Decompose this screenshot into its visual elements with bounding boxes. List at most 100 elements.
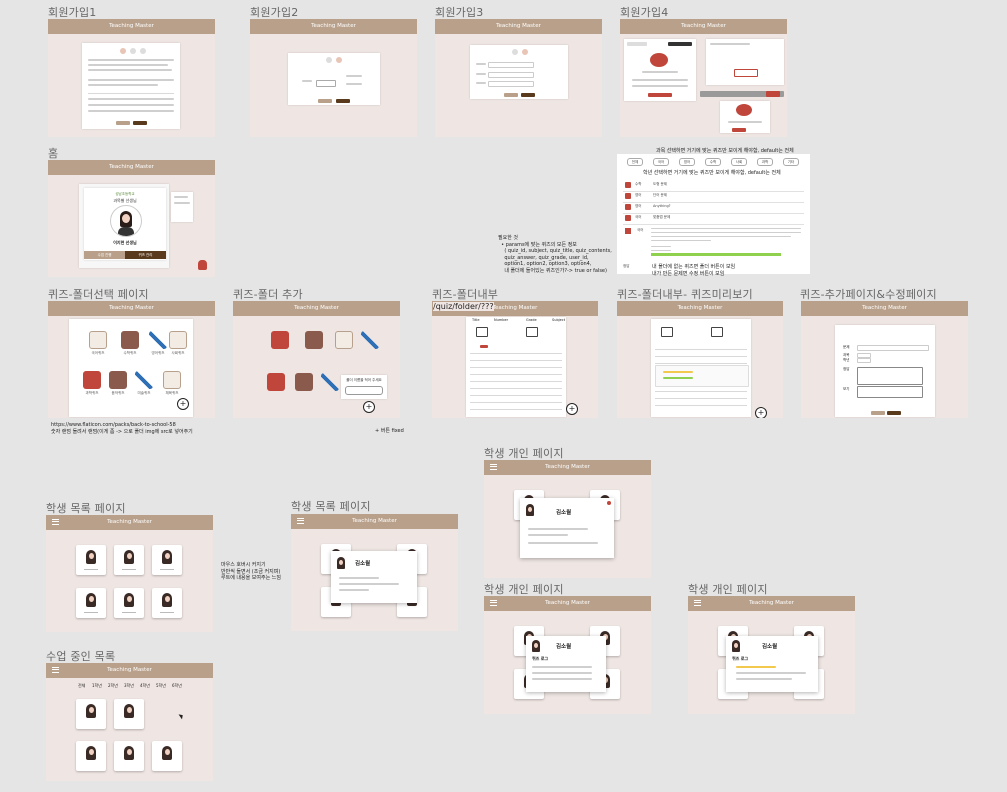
quiz-row[interactable]: 국어 맞춤법 문제 xyxy=(623,213,804,225)
folder-icon[interactable] xyxy=(149,331,167,349)
quiz-save-button[interactable] xyxy=(887,411,901,415)
home-start-class-button[interactable]: 수업 진행 xyxy=(84,251,125,259)
label-class-list: 수업 중인 목록 xyxy=(46,650,116,663)
student-card[interactable] xyxy=(152,545,182,575)
menu-icon[interactable] xyxy=(490,464,497,470)
folder-grid: 국어퀴즈 수학퀴즈 영어퀴즈 사회퀴즈 과학퀴즈 음악퀴즈 미술퀴즈 체육퀴즈 … xyxy=(69,319,193,417)
category-pill-english[interactable]: 영어 xyxy=(679,158,695,166)
category-pill-math[interactable]: 수학 xyxy=(705,158,721,166)
signup2-next-button[interactable] xyxy=(336,99,350,103)
student-card[interactable] xyxy=(114,741,144,771)
student-card[interactable] xyxy=(152,741,182,771)
tab-grade-5[interactable]: 5학년 xyxy=(156,683,166,689)
frame-student-personal-2: Teaching Master 김소월 퀴즈 로그 xyxy=(484,596,651,714)
tab-all[interactable]: 전체 xyxy=(78,683,85,689)
hover-note: 마우스 호버시 커지기 반반씩 들면서 (조금 커지며) 루트에 내용을 보여주… xyxy=(221,562,281,581)
quiz-options-input[interactable] xyxy=(857,386,923,398)
add-folder-button[interactable]: + xyxy=(177,398,189,410)
student-name: 김소월 xyxy=(556,510,572,516)
folder-icon[interactable] xyxy=(295,373,313,391)
folder-icon[interactable] xyxy=(89,331,107,349)
menu-icon[interactable] xyxy=(52,667,59,673)
signup3-prev-button[interactable] xyxy=(504,93,518,97)
category-pill-all[interactable]: 전체 xyxy=(627,158,643,166)
add-folder-button[interactable]: + xyxy=(363,401,375,413)
tab-grade-2[interactable]: 2학년 xyxy=(108,683,118,689)
home-quiz-manage-button[interactable]: 퀴즈 관리 xyxy=(125,251,166,259)
add-quiz-button[interactable]: + xyxy=(566,403,578,415)
quiz-icon xyxy=(625,182,631,188)
quiz-answer-input[interactable] xyxy=(857,367,923,385)
folder-icon[interactable] xyxy=(83,371,101,389)
folder-icon[interactable] xyxy=(361,331,379,349)
folder-icon[interactable] xyxy=(271,331,289,349)
quiz-question-input[interactable] xyxy=(857,345,929,351)
frame-header: Teaching Master xyxy=(620,19,787,34)
folder-icon[interactable] xyxy=(163,371,181,389)
quiz-log-title: 퀴즈 로그 xyxy=(732,656,749,661)
folder-icon[interactable] xyxy=(267,373,285,391)
signup1-panel xyxy=(82,43,180,129)
category-pill-social[interactable]: 사회 xyxy=(731,158,747,166)
frame-quiz-filter: 전체 국어 영어 수학 사회 과학 기타 학년 선택하면 거기에 맞는 퀴즈만 … xyxy=(617,154,810,274)
school-name: 성남초등학교 xyxy=(115,192,135,196)
menu-icon[interactable] xyxy=(52,519,59,525)
frame-quiz-add-edit: Teaching Master 문제 과목 학년 정답 보기 xyxy=(801,301,968,418)
quiz-icon xyxy=(625,204,631,210)
frame-signup2: Teaching Master xyxy=(250,19,417,137)
folder-icon[interactable] xyxy=(305,331,323,349)
teacher-name: 이지현 선생님 xyxy=(113,240,137,245)
home-side-popup xyxy=(171,192,193,222)
flaticon-note: https://www.flaticon.com/packs/back-to-s… xyxy=(51,422,193,435)
quiz-preview-list xyxy=(651,319,751,417)
signup2-prev-button[interactable] xyxy=(318,99,332,103)
category-pill-science[interactable]: 과학 xyxy=(757,158,773,166)
tab-grade-1[interactable]: 1학년 xyxy=(92,683,102,689)
quiz-cancel-button[interactable] xyxy=(871,411,885,415)
frame-quiz-folder-select: Teaching Master 국어퀴즈 수학퀴즈 영어퀴즈 사회퀴즈 과학퀴즈… xyxy=(48,301,215,418)
quiz-grade-select[interactable] xyxy=(857,358,871,363)
label-student-personal-1: 학생 개인 페이지 xyxy=(484,447,564,460)
menu-icon[interactable] xyxy=(490,600,497,606)
student-card[interactable] xyxy=(114,588,144,618)
student-card[interactable] xyxy=(152,588,182,618)
menu-icon[interactable] xyxy=(694,600,701,606)
student-card[interactable] xyxy=(76,545,106,575)
add-quiz-button[interactable]: + xyxy=(755,407,767,418)
frame-home: Teaching Master 성남초등학교 과목별 선생님 이지현 선생님 수… xyxy=(48,160,215,277)
signup2-panel xyxy=(288,53,380,105)
student-hover-card[interactable]: 김소월 xyxy=(331,551,417,603)
student-card[interactable] xyxy=(114,545,144,575)
signup3-next-button[interactable] xyxy=(521,93,535,97)
frame-header: Teaching Master xyxy=(484,596,651,611)
tab-grade-3[interactable]: 3학년 xyxy=(124,683,134,689)
category-pill-korean[interactable]: 국어 xyxy=(653,158,669,166)
tab-grade-4[interactable]: 4학년 xyxy=(140,683,150,689)
student-card[interactable] xyxy=(76,741,106,771)
frame-quiz-folder-add: Teaching Master 폴더 이름을 적어 주세요 + xyxy=(233,301,400,418)
folder-name-input[interactable] xyxy=(345,386,383,395)
folder-icon[interactable] xyxy=(335,331,353,349)
tab-grade-6[interactable]: 6학년 xyxy=(172,683,182,689)
label-student-list-2: 학생 목록 페이지 xyxy=(291,500,371,513)
signup1-cancel-button[interactable] xyxy=(116,121,130,125)
close-icon[interactable] xyxy=(607,501,611,505)
student-card[interactable] xyxy=(76,699,106,729)
folder-icon[interactable] xyxy=(321,373,339,391)
label-quiz-folder-add: 퀴즈-폴더 추가 xyxy=(233,288,303,301)
folder-icon[interactable] xyxy=(135,371,153,389)
folder-icon[interactable] xyxy=(109,371,127,389)
student-detail-card: 김소월 xyxy=(520,498,614,558)
folder-icon[interactable] xyxy=(169,331,187,349)
student-card[interactable] xyxy=(76,588,106,618)
required-info-note: 필요한 것 • params에 맞는 퀴즈의 모든 정보 ( quiz_id, … xyxy=(498,235,612,274)
frame-header: Teaching Master xyxy=(46,515,213,530)
class-grade-tabs: 전체 1학년 2학년 3학년 4학년 5학년 6학년 xyxy=(78,683,188,691)
signup1-next-button[interactable] xyxy=(133,121,147,125)
mouse-cursor-icon xyxy=(178,712,185,720)
folder-icon[interactable] xyxy=(121,331,139,349)
menu-icon[interactable] xyxy=(297,518,304,524)
student-card[interactable] xyxy=(114,699,144,729)
student-quiz-log-card: 김소월 퀴즈 로그 xyxy=(726,636,818,692)
category-pill-etc[interactable]: 기타 xyxy=(783,158,799,166)
